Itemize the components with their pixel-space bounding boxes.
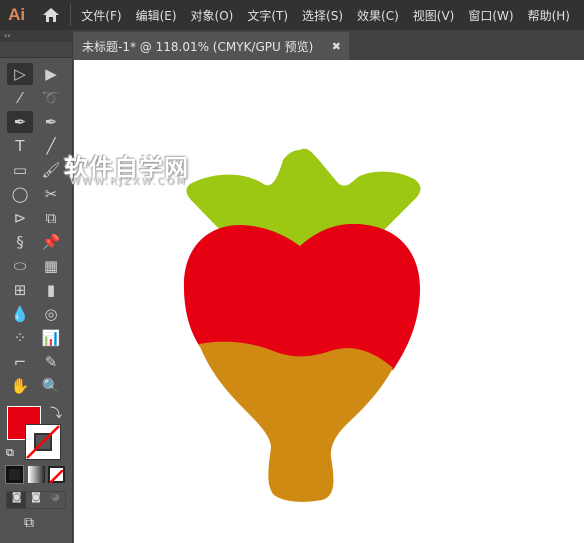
zoom-tool-icon[interactable]: 🔍 xyxy=(38,375,64,397)
scissors-icon[interactable]: ✂ xyxy=(38,183,64,205)
watermark-url: WWW.RJZXW.COM xyxy=(70,176,187,187)
strawberry-artwork xyxy=(183,148,421,502)
paintbrush-icon[interactable]: 🖌 xyxy=(38,159,64,181)
scale-tool-icon[interactable]: ⧉ xyxy=(38,207,64,229)
menu-file[interactable]: 文件(F) xyxy=(81,7,121,24)
menu-bar: Ai 文件(F) 编辑(E) 对象(O) 文字(T) 选择(S) 效果(C) 视… xyxy=(0,0,584,30)
chocolate-shape[interactable] xyxy=(199,341,393,502)
home-icon[interactable] xyxy=(33,0,68,30)
screen-mode-icon[interactable]: ⧉ xyxy=(24,515,34,531)
panel-grip[interactable] xyxy=(0,42,72,58)
menu-edit[interactable]: 编辑(E) xyxy=(136,7,177,24)
document-tab-bar: 未标题-1* @ 118.01% (CMYK/GPU 预览) ✖ xyxy=(74,30,584,60)
eyedropper-icon[interactable]: 💧 xyxy=(7,303,33,325)
symbol-sprayer-icon[interactable]: ⁘ xyxy=(7,327,33,349)
rectangle-tool-icon[interactable]: ▭ xyxy=(7,159,33,181)
stroke-swatch[interactable] xyxy=(25,424,61,460)
artboard-tool-icon[interactable]: ⌐ xyxy=(7,351,33,373)
pen-tool-icon[interactable]: ✒ xyxy=(7,111,33,133)
menu-select[interactable]: 选择(S) xyxy=(302,7,343,24)
blend-tool-icon[interactable]: ◎ xyxy=(38,303,64,325)
draw-inside-icon[interactable]: ◕ xyxy=(46,492,65,508)
gradient-mode-icon[interactable] xyxy=(28,466,45,483)
tools-panel: ‹‹ ▷ ▶ ⁄ ➰ ✒ ✒ T ╱ ▭ 🖌 ◯ ✂ ⊳ ⧉ § 📌 ⬭ ▦ ⊞… xyxy=(0,30,73,543)
document-tab-title: 未标题-1* @ 118.01% (CMYK/GPU 预览) xyxy=(82,39,314,54)
menu-help[interactable]: 帮助(H) xyxy=(528,7,570,24)
gradient-tool-icon[interactable]: ▮ xyxy=(38,279,64,301)
warp-tool-icon[interactable]: § xyxy=(7,231,33,253)
type-tool-icon[interactable]: T xyxy=(7,135,33,157)
magic-wand-icon[interactable]: ⁄ xyxy=(7,87,33,109)
none-mode-icon[interactable] xyxy=(48,466,65,484)
hand-tool-icon[interactable]: ✋ xyxy=(7,375,33,397)
draw-normal-icon[interactable]: ◙ xyxy=(7,492,27,508)
close-tab-icon[interactable]: ✖ xyxy=(332,40,341,53)
draw-mode-group: ◙ ◙ ◕ xyxy=(6,491,66,509)
lasso-icon[interactable]: ➰ xyxy=(38,87,64,109)
artboard-canvas[interactable]: 软件自学网 WWW.RJZXW.COM xyxy=(64,60,584,543)
collapse-button[interactable]: ‹‹ xyxy=(0,30,72,42)
perspective-grid-icon[interactable]: ▦ xyxy=(38,255,64,277)
menu-window[interactable]: 窗口(W) xyxy=(468,7,513,24)
swap-colors-icon[interactable]: ⤵ xyxy=(50,404,62,421)
default-colors-icon[interactable]: ⧉ xyxy=(6,446,14,460)
selection-tool-icon[interactable]: ▷ xyxy=(7,63,33,85)
mesh-tool-icon[interactable]: ⊞ xyxy=(7,279,33,301)
reflect-tool-icon[interactable]: ⊳ xyxy=(7,207,33,229)
puppet-warp-icon[interactable]: 📌 xyxy=(38,231,64,253)
curvature-tool-icon[interactable]: ✒ xyxy=(38,111,64,133)
document-tab[interactable]: 未标题-1* @ 118.01% (CMYK/GPU 预览) ✖ xyxy=(74,32,349,60)
shape-builder-icon[interactable]: ⬭ xyxy=(7,255,33,277)
menu-object[interactable]: 对象(O) xyxy=(191,7,234,24)
menu-effect[interactable]: 效果(C) xyxy=(357,7,399,24)
menu-type[interactable]: 文字(T) xyxy=(247,7,288,24)
color-mode-icon[interactable] xyxy=(5,465,24,484)
draw-behind-icon[interactable]: ◙ xyxy=(26,492,45,508)
graph-tool-icon[interactable]: 📊 xyxy=(38,327,64,349)
divider xyxy=(70,4,72,26)
app-logo: Ai xyxy=(8,5,26,24)
direct-selection-tool-icon[interactable]: ▶ xyxy=(38,63,64,85)
slice-tool-icon[interactable]: ✎ xyxy=(38,351,64,373)
menu-view[interactable]: 视图(V) xyxy=(413,7,455,24)
shaper-tool-icon[interactable]: ◯ xyxy=(7,183,33,205)
line-tool-icon[interactable]: ╱ xyxy=(38,135,64,157)
